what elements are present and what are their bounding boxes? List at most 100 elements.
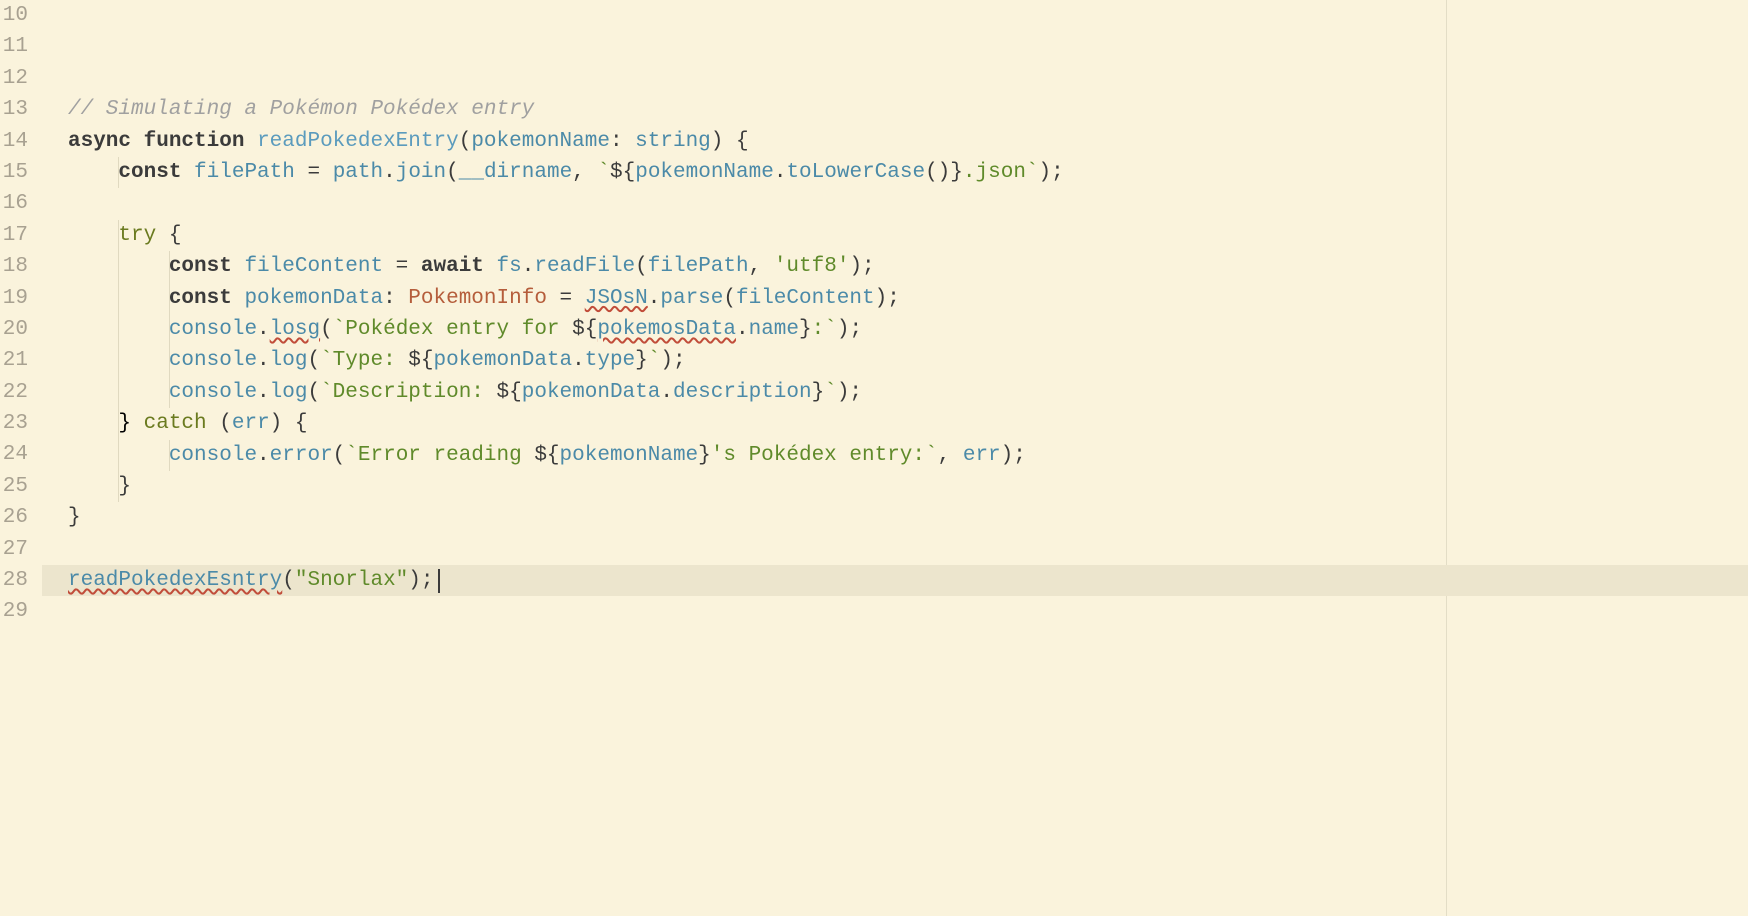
line-number: 22 — [0, 377, 28, 408]
code-token: . — [257, 349, 270, 372]
code-line[interactable] — [42, 534, 1748, 565]
code-token: const — [169, 287, 232, 310]
code-token: pokemonData — [244, 287, 383, 310]
code-token: . — [660, 381, 673, 404]
code-token: console — [169, 349, 257, 372]
indent-guide — [118, 283, 119, 314]
code-token: ( — [635, 255, 648, 278]
code-token: ( — [459, 130, 472, 153]
code-token: pokemosData — [597, 318, 736, 341]
code-line[interactable]: } catch (err) { — [42, 408, 1748, 439]
code-token: async — [68, 130, 131, 153]
code-token: ` — [824, 318, 837, 341]
code-token: __dirname — [459, 161, 572, 184]
code-token: ); — [408, 569, 433, 592]
code-token: toLowerCase — [786, 161, 925, 184]
code-line[interactable] — [42, 691, 1748, 722]
code-token: 's Pokédex entry: — [711, 444, 925, 467]
line-number: 13 — [0, 94, 28, 125]
code-token: join — [396, 161, 446, 184]
code-token: ( — [723, 287, 736, 310]
code-token: log — [270, 349, 308, 372]
code-line[interactable]: console.log(`Description: ${pokemonData.… — [42, 377, 1748, 408]
code-token: 'utf8' — [774, 255, 850, 278]
line-number: 17 — [0, 220, 28, 251]
code-token: JSOsN — [585, 287, 648, 310]
code-token: path — [333, 161, 383, 184]
code-token: pokemonData — [434, 349, 573, 372]
code-line[interactable]: const fileContent = await fs.readFile(fi… — [42, 251, 1748, 282]
code-token: . — [522, 255, 535, 278]
code-token: // Simulating a Pokémon Pokédex entry — [68, 98, 534, 121]
code-area[interactable]: // Simulating a Pokémon Pokédex entry asy… — [42, 0, 1748, 916]
code-line[interactable]: console.log(`Type: ${pokemonData.type}`)… — [42, 345, 1748, 376]
code-token: PokemonInfo — [408, 287, 547, 310]
code-token: `Description: — [320, 381, 496, 404]
indent-guide — [169, 345, 170, 376]
indent-guide — [169, 377, 170, 408]
code-token: readPokedexEntry — [257, 130, 459, 153]
code-token: console — [169, 318, 257, 341]
code-token: catch — [144, 412, 207, 435]
code-token: = — [383, 255, 421, 278]
code-token: } — [68, 475, 131, 498]
code-token: , — [938, 444, 963, 467]
code-token: `Error reading — [345, 444, 534, 467]
code-line[interactable]: } — [42, 502, 1748, 533]
line-number: 27 — [0, 534, 28, 565]
code-token: . — [736, 318, 749, 341]
code-line[interactable]: const pokemonData: PokemonInfo = JSOsN.p… — [42, 283, 1748, 314]
code-token: = — [295, 161, 333, 184]
code-token: .json — [963, 161, 1026, 184]
code-token: console — [169, 381, 257, 404]
code-line[interactable] — [42, 188, 1748, 219]
code-line[interactable]: readPokedexEsntry("Snorlax"); — [42, 565, 1748, 596]
line-number: 24 — [0, 439, 28, 470]
code-line[interactable]: } — [42, 471, 1748, 502]
line-number: 16 — [0, 188, 28, 219]
code-token — [232, 255, 245, 278]
code-line[interactable]: // Simulating a Pokémon Pokédex entry — [42, 94, 1748, 125]
code-token: ( — [320, 318, 333, 341]
code-token: pokemonName — [471, 130, 610, 153]
code-token: . — [648, 287, 661, 310]
line-number: 25 — [0, 471, 28, 502]
line-number: 19 — [0, 283, 28, 314]
code-token: const — [169, 255, 232, 278]
code-token: ( — [307, 349, 320, 372]
code-editor[interactable]: 1011121314151617181920212223242526272829… — [0, 0, 1748, 916]
code-token: , — [572, 161, 597, 184]
code-token: ( — [282, 569, 295, 592]
code-token: ) { — [711, 130, 749, 153]
code-token: . — [257, 444, 270, 467]
code-token: : — [383, 287, 408, 310]
code-token — [68, 224, 118, 247]
code-line[interactable]: const filePath = path.join(__dirname, `$… — [42, 157, 1748, 188]
code-line[interactable]: console.error(`Error reading ${pokemonNa… — [42, 440, 1748, 471]
code-line[interactable]: try { — [42, 220, 1748, 251]
code-token: } — [68, 506, 81, 529]
line-number: 26 — [0, 502, 28, 533]
code-token: } — [799, 318, 812, 341]
code-token: try — [118, 224, 156, 247]
code-line[interactable]: console.losg(`Pokédex entry for ${pokemo… — [42, 314, 1748, 345]
code-token: } — [812, 381, 825, 404]
code-token — [232, 287, 245, 310]
code-token: `Pokédex entry for — [333, 318, 572, 341]
code-token: name — [749, 318, 799, 341]
code-token: } — [635, 349, 648, 372]
line-number: 28 — [0, 565, 28, 596]
code-token: () — [925, 161, 950, 184]
code-line[interactable] — [42, 628, 1748, 659]
code-line[interactable] — [42, 596, 1748, 627]
code-token: } — [68, 412, 144, 435]
code-token — [68, 161, 118, 184]
code-token: ( — [307, 381, 320, 404]
indent-guide — [118, 408, 119, 439]
code-line[interactable] — [42, 659, 1748, 690]
code-token: function — [144, 130, 245, 153]
code-token: fs — [497, 255, 522, 278]
code-line[interactable]: async function readPokedexEntry(pokemonN… — [42, 126, 1748, 157]
text-cursor — [438, 569, 440, 593]
code-token: fileContent — [244, 255, 383, 278]
